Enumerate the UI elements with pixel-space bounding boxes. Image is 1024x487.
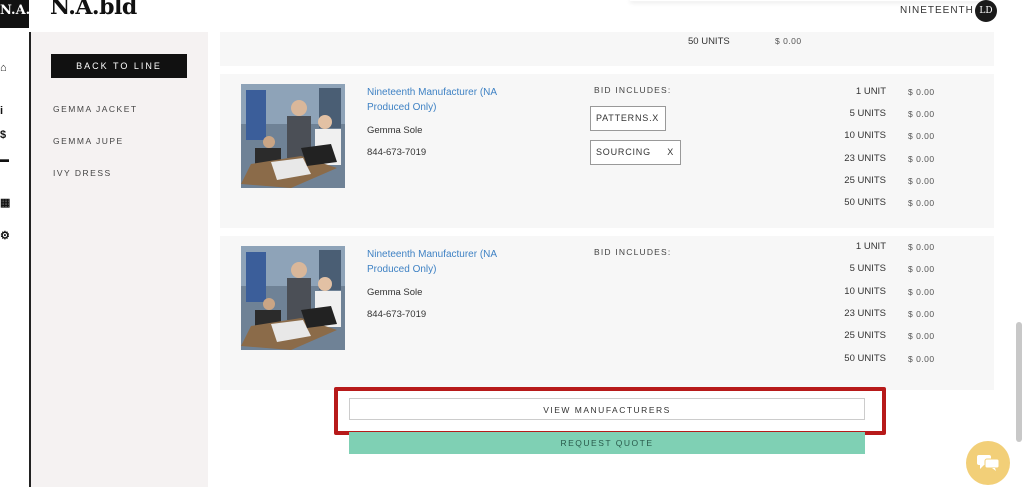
tier-price: $ 0.00 — [908, 198, 935, 208]
card-icon[interactable]: ▬ — [0, 154, 14, 164]
tier-price: $ 0.00 — [908, 176, 935, 186]
contact-name: Gemma Sole — [367, 287, 423, 298]
tier-price: $ 0.00 — [908, 264, 935, 274]
tier-units: 25 UNITS — [844, 330, 886, 341]
tier-price: $ 0.00 — [908, 309, 935, 319]
tier-price: $ 0.00 — [908, 154, 935, 164]
top-bar: N.A. N.A.bld NINETEENTH LD — [0, 0, 1024, 33]
grid-icon[interactable]: ▦ — [0, 196, 14, 209]
logo-mark[interactable]: N.A. — [0, 0, 29, 28]
chat-icon — [977, 455, 999, 471]
manufacturer-link[interactable]: Nineteenth Manufacturer (NA Produced Onl… — [367, 85, 537, 115]
remove-tag-button[interactable]: X — [667, 141, 674, 164]
tier-units: 1 UNIT — [855, 86, 886, 97]
tier-units: 10 UNITS — [844, 130, 886, 141]
tier-units: 50 UNITS — [844, 197, 886, 208]
manufacturer-photo — [241, 246, 345, 350]
tier-price: $ 0.00 — [775, 36, 802, 46]
info-icon[interactable]: i — [0, 105, 14, 117]
bid-card-partial: 50 UNITS $ 0.00 — [220, 32, 994, 66]
tier-price: $ 0.00 — [908, 331, 935, 341]
tag-label: SOURCING — [596, 147, 651, 157]
bid-tag: SOURCING X — [590, 140, 681, 165]
bid-includes-label: BID INCLUDES: — [594, 85, 672, 95]
tier-units: 23 UNITS — [844, 153, 886, 164]
home-icon[interactable]: ⌂ — [0, 62, 14, 74]
tier-units: 5 UNITS — [849, 108, 886, 119]
bid-card: Nineteenth Manufacturer (NA Produced Onl… — [220, 236, 994, 390]
tier-units: 25 UNITS — [844, 175, 886, 186]
user-name[interactable]: NINETEENTH — [900, 5, 974, 16]
tier-units: 10 UNITS — [844, 286, 886, 297]
contact-phone: 844-673-7019 — [367, 309, 427, 320]
brand-logo[interactable]: N.A.bld — [50, 0, 137, 20]
highlight-annotation — [334, 387, 886, 435]
request-quote-button[interactable]: REQUEST QUOTE — [349, 432, 865, 454]
tier-price: $ 0.00 — [908, 109, 935, 119]
bid-card: Nineteenth Manufacturer (NA Produced Onl… — [220, 74, 994, 228]
contact-name: Gemma Sole — [367, 125, 423, 136]
sidebar-item-gemma-jacket[interactable]: GEMMA JACKET — [53, 104, 138, 114]
bid-tag: PATTERNS. X — [590, 106, 666, 131]
contact-phone: 844-673-7019 — [367, 147, 427, 158]
tier-units: 5 UNITS — [849, 263, 886, 274]
tier-units: 23 UNITS — [844, 308, 886, 319]
tier-price: $ 0.00 — [908, 242, 935, 252]
tier-units: 1 UNIT — [855, 241, 886, 252]
dropdown-shadow — [630, 0, 990, 1]
sidebar: BACK TO LINE GEMMA JACKET GEMMA JUPE IVY… — [31, 32, 208, 487]
dollar-icon[interactable]: $ — [0, 129, 14, 141]
scrollbar[interactable] — [1016, 322, 1022, 442]
main-content: 50 UNITS $ 0.00 Nineteenth Manufacturer … — [208, 32, 1024, 487]
bid-includes-label: BID INCLUDES: — [594, 247, 672, 257]
tier-units: 50 UNITS — [844, 353, 886, 364]
sidebar-item-gemma-jupe[interactable]: GEMMA JUPE — [53, 136, 124, 146]
sidebar-item-ivy-dress[interactable]: IVY DRESS — [53, 168, 112, 178]
tier-price: $ 0.00 — [908, 87, 935, 97]
icon-rail: ⌂ i $ ▬ ▦ ⚙ — [0, 32, 31, 487]
manufacturer-photo — [241, 84, 345, 188]
tier-price: $ 0.00 — [908, 287, 935, 297]
avatar[interactable]: LD — [975, 0, 997, 22]
tier-units: 50 UNITS — [688, 36, 730, 47]
tag-label: PATTERNS. — [596, 113, 653, 123]
chat-button[interactable] — [966, 441, 1010, 485]
back-to-line-button[interactable]: BACK TO LINE — [51, 54, 187, 78]
gear-icon[interactable]: ⚙ — [0, 229, 14, 242]
remove-tag-button[interactable]: X — [652, 107, 659, 130]
tier-price: $ 0.00 — [908, 131, 935, 141]
manufacturer-link[interactable]: Nineteenth Manufacturer (NA Produced Onl… — [367, 247, 537, 277]
tier-price: $ 0.00 — [908, 354, 935, 364]
